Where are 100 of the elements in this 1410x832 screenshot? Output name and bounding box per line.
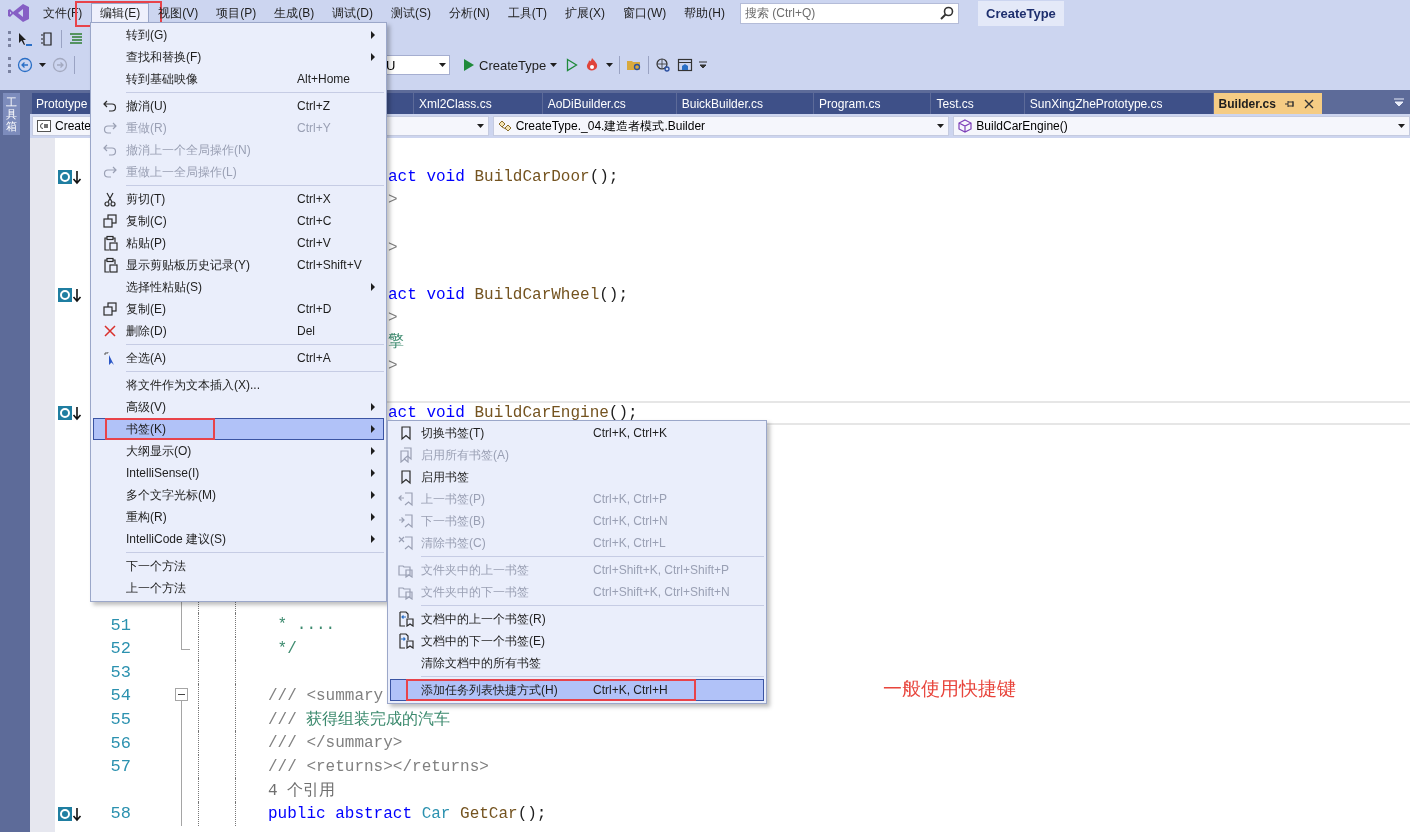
menu-header[interactable]: 窗口(W) bbox=[614, 2, 676, 24]
menu-item[interactable]: 添加任务列表快捷方式(H) Ctrl+K, Ctrl+H bbox=[390, 679, 764, 701]
navigation-dropdown[interactable]: CreateType._04.建造者模式.Builder bbox=[492, 116, 950, 136]
submenu-arrow-icon bbox=[371, 491, 375, 499]
line-number: 53 bbox=[110, 662, 131, 682]
search-field[interactable]: 搜索 (Ctrl+Q) bbox=[740, 2, 959, 24]
annotation-note: 一般使用快捷键 bbox=[883, 677, 1016, 701]
menu-item[interactable]: 剪切(T) Ctrl+X bbox=[93, 188, 384, 210]
caret-icon bbox=[476, 124, 484, 128]
menu-item[interactable]: 查找和替换(F) bbox=[93, 46, 384, 68]
menu-item[interactable]: 撤消(U) Ctrl+Z bbox=[93, 95, 384, 117]
menu-item[interactable]: 大纲显示(O) bbox=[93, 440, 384, 462]
grip-handle[interactable] bbox=[8, 57, 11, 73]
logo-icon bbox=[8, 3, 30, 23]
grip-handle[interactable] bbox=[8, 31, 11, 47]
menu-item[interactable]: 多个文字光标(M) bbox=[93, 484, 384, 506]
document-tab[interactable]: Program.cs bbox=[814, 93, 931, 114]
menu-item[interactable]: 全选(A) Ctrl+A bbox=[93, 347, 384, 369]
line-number: 52 bbox=[110, 639, 131, 659]
code-line: /// <returns></returns> bbox=[268, 757, 489, 776]
code-line: > bbox=[388, 356, 398, 375]
menu-header[interactable]: 分析(N) bbox=[440, 2, 499, 24]
menu-header[interactable]: 调试(D) bbox=[323, 2, 382, 24]
menu-item[interactable]: 高级(V) bbox=[93, 396, 384, 418]
menu-item[interactable]: 切换书签(T) Ctrl+K, Ctrl+K bbox=[390, 422, 764, 444]
globe-search-icon[interactable] bbox=[655, 57, 672, 73]
folder-bookmark-icon bbox=[398, 584, 414, 600]
submenu-arrow-icon bbox=[371, 447, 375, 455]
menu-header[interactable]: 项目(P) bbox=[207, 2, 266, 24]
pin-icon[interactable] bbox=[1283, 98, 1296, 109]
clipboard-icon bbox=[102, 257, 118, 273]
bookmark-icon bbox=[398, 425, 414, 441]
menu-item[interactable]: 选择性粘贴(S) bbox=[93, 276, 384, 298]
document-tab[interactable]: SunXingZhePrototype.cs bbox=[1024, 93, 1213, 114]
menu-item[interactable]: IntelliSense(I) bbox=[93, 462, 384, 484]
bookmark-arrow-icon bbox=[398, 491, 414, 507]
list-icon[interactable] bbox=[68, 31, 84, 47]
cube-icon bbox=[958, 119, 973, 133]
menu-item[interactable]: 下一个方法 bbox=[93, 555, 384, 577]
submenu-arrow-icon bbox=[371, 403, 375, 411]
menu-header[interactable]: 测试(S) bbox=[382, 2, 440, 24]
code-line: /// </summary> bbox=[268, 734, 403, 753]
document-tab[interactable]: BuickBuilder.cs bbox=[676, 93, 814, 114]
redo-icon bbox=[102, 120, 118, 136]
document-tab[interactable]: Test.cs bbox=[931, 93, 1024, 114]
menu-item[interactable]: 转到(G) bbox=[93, 24, 384, 46]
submenu-arrow-icon bbox=[371, 53, 375, 61]
document-tab[interactable]: Builder.cs bbox=[1213, 93, 1322, 114]
document-bookmark-icon bbox=[398, 611, 414, 627]
code-line: act void BuildCarDoor(); bbox=[388, 167, 619, 186]
menu-item[interactable]: 文档中的上一个书签(R) bbox=[390, 608, 764, 630]
menu-item[interactable]: 转到基础映像 Alt+Home bbox=[93, 68, 384, 90]
menu-item[interactable]: 粘贴(P) Ctrl+V bbox=[93, 232, 384, 254]
navigation-dropdown[interactable]: BuildCarEngine() bbox=[953, 116, 1410, 136]
document-tab[interactable]: Xml2Class.cs bbox=[414, 93, 542, 114]
play-outline-icon[interactable] bbox=[566, 58, 579, 72]
copy-icon bbox=[102, 213, 118, 229]
line-number: 56 bbox=[110, 733, 131, 753]
close-icon[interactable] bbox=[1303, 98, 1314, 109]
csharp-file-icon bbox=[37, 120, 51, 132]
pointer-icon[interactable] bbox=[17, 31, 33, 47]
caret-icon bbox=[1398, 124, 1405, 128]
menu-item[interactable]: IntelliCode 建议(S) bbox=[93, 528, 384, 550]
caret-icon bbox=[39, 63, 46, 67]
line-number: 54 bbox=[110, 686, 131, 706]
menu-item[interactable]: 文档中的下一个书签(E) bbox=[390, 630, 764, 652]
menu-header[interactable]: 生成(B) bbox=[265, 2, 324, 24]
undo-icon bbox=[102, 142, 118, 158]
menu-item[interactable]: 显示剪贴板历史记录(Y) Ctrl+Shift+V bbox=[93, 254, 384, 276]
document-icon[interactable] bbox=[39, 31, 55, 47]
tab-list-icon[interactable] bbox=[1394, 98, 1404, 106]
solution-name: CreateType bbox=[978, 0, 1064, 26]
line-number: 58 bbox=[110, 804, 131, 824]
menu-header[interactable]: 扩展(X) bbox=[556, 2, 614, 24]
menu-header[interactable]: 工具(T) bbox=[498, 2, 556, 24]
undo-icon bbox=[102, 98, 118, 114]
menu-item[interactable]: 启用书签 bbox=[390, 466, 764, 488]
config-dropdown[interactable]: U bbox=[384, 55, 450, 75]
collapse-icon[interactable] bbox=[175, 688, 188, 702]
menu-item[interactable]: 书签(K) bbox=[93, 418, 384, 440]
menu-item[interactable]: 将文件作为文本插入(X)... bbox=[93, 374, 384, 396]
menu-item[interactable]: 上一个方法 bbox=[93, 577, 384, 599]
menu-header[interactable]: 帮助(H) bbox=[675, 2, 734, 24]
submenu-arrow-icon bbox=[371, 513, 375, 521]
clipboard-icon bbox=[102, 235, 118, 251]
search-icon bbox=[940, 5, 954, 20]
reference-count[interactable]: 4 个引用 bbox=[268, 779, 336, 801]
menu-item[interactable]: 重构(R) bbox=[93, 506, 384, 528]
code-line: act void BuildCarWheel(); bbox=[388, 285, 629, 304]
document-tab[interactable]: AoDiBuilder.cs bbox=[542, 93, 676, 114]
start-button[interactable]: CreateType bbox=[460, 55, 561, 75]
menu-item[interactable]: 删除(D) Del bbox=[93, 320, 384, 342]
code-line: * .... bbox=[276, 616, 336, 635]
menu-item[interactable]: 复制(C) Ctrl+C bbox=[93, 210, 384, 232]
back-icon[interactable] bbox=[17, 57, 33, 73]
menu-item[interactable]: 复制(E) Ctrl+D bbox=[93, 298, 384, 320]
overflow-icon[interactable] bbox=[699, 61, 708, 69]
window-icon[interactable] bbox=[677, 57, 694, 73]
menu-item[interactable]: 清除文档中的所有书签 bbox=[390, 652, 764, 674]
copy-icon bbox=[102, 301, 118, 317]
